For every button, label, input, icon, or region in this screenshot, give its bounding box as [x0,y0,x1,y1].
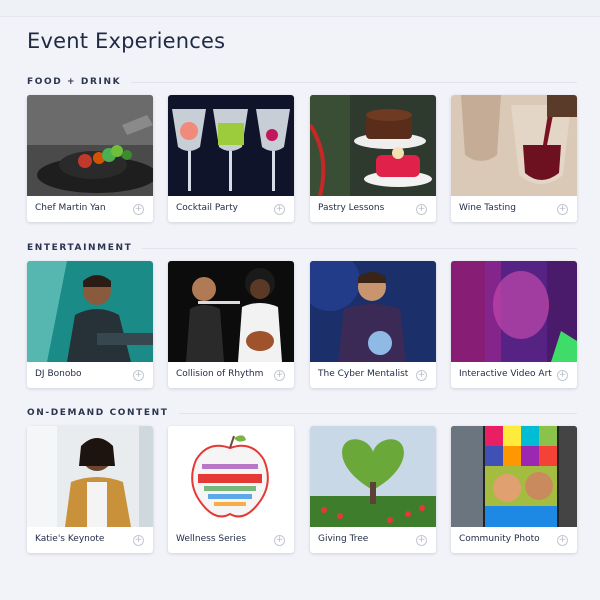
plus-circle-icon[interactable]: + [416,370,427,381]
plus-circle-icon[interactable]: + [274,535,285,546]
card-label: Community Photo [459,534,540,544]
plus-circle-icon[interactable]: + [416,204,427,215]
section-on-demand-content: On-Demand Content Katie's Keynote + [27,406,577,553]
card-pastry-lessons[interactable]: Pastry Lessons + [310,95,436,222]
section-food-drink: Food + Drink Chef Martin Yan + [27,75,577,222]
card-the-cyber-mentalist[interactable]: The Cyber Mentalist + [310,261,436,388]
plus-circle-icon[interactable]: + [557,204,568,215]
card-row: DJ Bonobo + Collision of Rhythm + The Cy… [27,261,577,388]
card-wellness-series[interactable]: Wellness Series + [168,426,294,553]
top-bar [0,0,600,17]
thumbnail-image [310,95,436,196]
card-label: The Cyber Mentalist [318,369,409,379]
section-header: Entertainment [27,241,577,255]
card-label: Katie's Keynote [35,534,105,544]
thumbnail-image [27,95,153,196]
card-label: Interactive Video Art [459,369,552,379]
thumbnail-image [310,426,436,527]
plus-circle-icon[interactable]: + [416,535,427,546]
thumbnail-image [168,95,294,196]
thumbnail-image [168,426,294,527]
plus-circle-icon[interactable]: + [133,370,144,381]
thumbnail-image [27,261,153,362]
thumbnail-image [27,426,153,527]
card-katies-keynote[interactable]: Katie's Keynote + [27,426,153,553]
section-header: On-Demand Content [27,406,577,420]
card-label: DJ Bonobo [35,369,82,379]
card-giving-tree[interactable]: Giving Tree + [310,426,436,553]
plus-circle-icon[interactable]: + [133,204,144,215]
card-dj-bonobo[interactable]: DJ Bonobo + [27,261,153,388]
card-row: Chef Martin Yan + Cocktail Party + Pastr… [27,95,577,222]
thumbnail-image [451,95,577,196]
card-label: Wine Tasting [459,203,516,213]
section-divider [178,412,577,414]
section-divider [131,81,577,83]
section-entertainment: Entertainment DJ Bonobo + [27,241,577,388]
plus-circle-icon[interactable]: + [274,204,285,215]
card-chef-martin-yan[interactable]: Chef Martin Yan + [27,95,153,222]
card-interactive-video-art[interactable]: Interactive Video Art + [451,261,577,388]
card-cocktail-party[interactable]: Cocktail Party + [168,95,294,222]
thumbnail-image [451,261,577,362]
page-title: Event Experiences [27,29,226,53]
card-label: Cocktail Party [176,203,238,213]
section-header: Food + Drink [27,75,577,89]
thumbnail-image [168,261,294,362]
plus-circle-icon[interactable]: + [133,535,144,546]
thumbnail-image [451,426,577,527]
card-row: Katie's Keynote + Wellness Series + Givi… [27,426,577,553]
section-title: Food + Drink [27,77,122,87]
card-label: Wellness Series [176,534,247,544]
section-title: On-Demand Content [27,408,169,418]
section-divider [142,247,577,249]
thumbnail-image [310,261,436,362]
plus-circle-icon[interactable]: + [557,535,568,546]
card-label: Collision of Rhythm [176,369,264,379]
plus-circle-icon[interactable]: + [557,370,568,381]
plus-circle-icon[interactable]: + [274,370,285,381]
card-community-photo[interactable]: Community Photo + [451,426,577,553]
card-label: Pastry Lessons [318,203,385,213]
card-label: Giving Tree [318,534,369,544]
card-label: Chef Martin Yan [35,203,106,213]
card-collision-of-rhythm[interactable]: Collision of Rhythm + [168,261,294,388]
card-wine-tasting[interactable]: Wine Tasting + [451,95,577,222]
section-title: Entertainment [27,243,133,253]
